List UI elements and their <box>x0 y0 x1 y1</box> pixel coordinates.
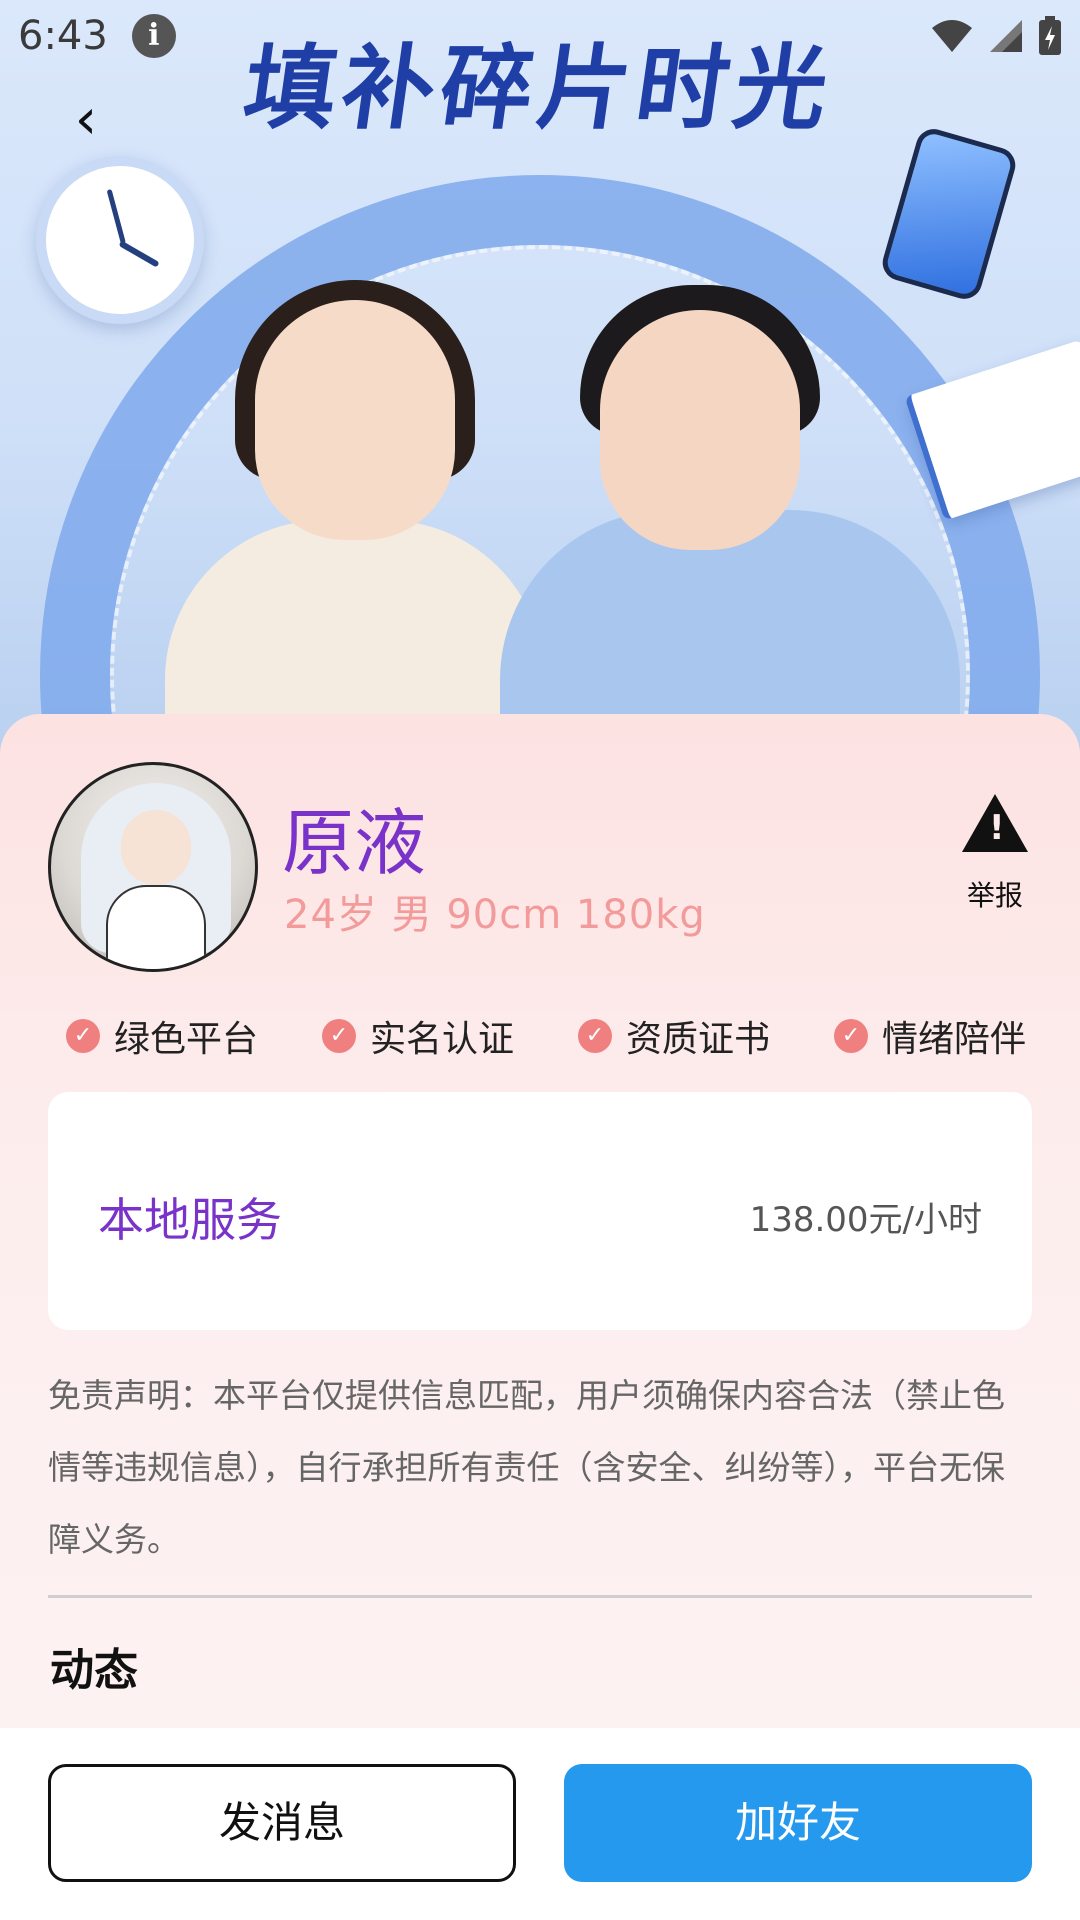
status-time: 6:43 <box>18 13 108 59</box>
profile-name: 原液 <box>282 801 427 885</box>
avatar[interactable] <box>48 762 258 972</box>
check-icon: ✓ <box>321 1019 356 1053</box>
service-price: 138.00元/小时 <box>749 1200 982 1240</box>
hero-person-man-face <box>600 310 800 550</box>
battery-icon <box>1039 16 1061 55</box>
badge-item: ✓ 实名认证 <box>321 1010 514 1062</box>
signal-icon <box>990 20 1022 52</box>
profile-meta: 24岁 男 90cm 180kg <box>284 892 706 938</box>
hero-banner: 填补碎片时光 <box>0 0 1080 760</box>
bottom-action-bar: 发消息 加好友 <box>0 1728 1080 1920</box>
badge-item: ✓ 情绪陪伴 <box>833 1010 1026 1062</box>
badge-label: 绿色平台 <box>114 1019 259 1060</box>
hero-person-woman-face <box>255 300 455 540</box>
badge-label: 资质证书 <box>625 1019 770 1060</box>
back-arrow-icon[interactable]: ‹ <box>56 88 116 152</box>
add-friend-button[interactable]: 加好友 <box>564 1764 1032 1882</box>
badge-item: ✓ 资质证书 <box>577 1010 770 1062</box>
check-icon: ✓ <box>577 1019 612 1053</box>
info-icon: i <box>131 14 176 58</box>
badge-item: ✓ 绿色平台 <box>66 1010 258 1062</box>
phone-icon <box>878 124 1020 304</box>
warning-icon <box>962 794 1028 852</box>
badge-label: 情绪陪伴 <box>881 1019 1026 1060</box>
disclaimer-text: 免责声明：本平台仅提供信息匹配，用户须确保内容合法（禁止色情等违规信息），自行承… <box>48 1376 1005 1559</box>
wifi-icon <box>932 20 972 52</box>
service-card[interactable]: 本地服务 138.00元/小时 <box>48 1092 1032 1330</box>
badge-list: ✓ 绿色平台 ✓ 实名认证 ✓ 资质证书 ✓ 情绪陪伴 <box>66 1010 1026 1062</box>
clock-icon <box>36 156 204 324</box>
service-name: 本地服务 <box>98 1193 282 1247</box>
report-button[interactable]: 举报 <box>950 794 1040 914</box>
send-message-button[interactable]: 发消息 <box>48 1764 516 1882</box>
divider <box>48 1595 1032 1598</box>
status-bar: 6:43 i <box>0 0 1080 72</box>
check-icon: ✓ <box>833 1019 868 1053</box>
badge-label: 实名认证 <box>369 1019 514 1060</box>
check-icon: ✓ <box>66 1019 100 1053</box>
report-label: 举报 <box>966 879 1023 912</box>
section-title-feed: 动态 <box>50 1645 138 1696</box>
